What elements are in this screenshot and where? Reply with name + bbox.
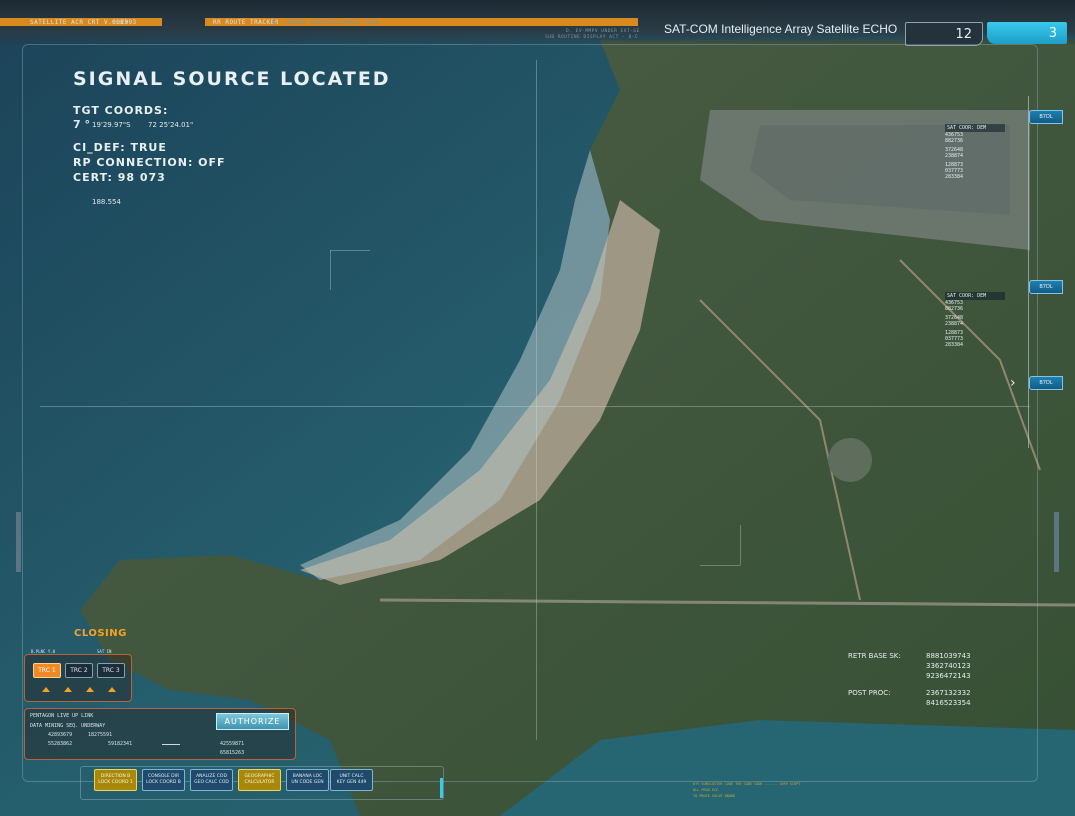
sat-tab-3[interactable]: B7DL	[1029, 376, 1063, 390]
readout-value: 188.554	[92, 198, 121, 206]
button-line-2: GEO CALC COD	[194, 780, 229, 785]
triangle-up-icon	[64, 687, 72, 692]
sat-tab-2[interactable]: B7DL	[1029, 280, 1063, 294]
banana-loc-button[interactable]: BANANA LOC UN CODE GEN	[286, 769, 329, 791]
footer-line-1: RTY SUBCLUSTER CODE THE CODE CODE ------…	[693, 782, 801, 786]
post-proc-label: POST PROC:	[848, 689, 891, 697]
sat-coord-line: 238874	[945, 153, 964, 159]
analize-cod-button[interactable]: ANALIZE COD GEO CALC COD	[190, 769, 233, 791]
sat-coord-line: 238874	[945, 321, 964, 327]
sat-tab-1[interactable]: B7DL	[1029, 110, 1063, 124]
button-line-2: KEY GEN 449	[336, 780, 367, 785]
counter-secondary[interactable]: 3	[987, 22, 1067, 44]
button-line-2: LOCK COORD B	[146, 780, 181, 785]
post-proc-value: 2367132332	[926, 689, 971, 697]
triangle-up-icon	[42, 687, 50, 692]
sat-coord-line: 283384	[945, 174, 964, 180]
tgt-degree: 7 °	[73, 118, 90, 131]
right-scroll-handle[interactable]	[1054, 512, 1059, 572]
button-line-2: UN CODE GEN	[291, 780, 324, 785]
uplink-value: 18275591	[88, 732, 113, 738]
uplink-value: 42559871	[220, 741, 245, 747]
trc-3-button[interactable]: TRC 3	[97, 663, 125, 678]
chevron-right-icon[interactable]: ›	[1010, 375, 1016, 391]
right-ruler	[1036, 60, 1050, 760]
sat-coord-line: 882736	[945, 138, 964, 144]
uplink-value: 59182341	[108, 741, 133, 747]
uplink-title: PENTAGON LIVE UP LINK	[30, 713, 94, 719]
counter-secondary-value: 3	[1048, 26, 1057, 41]
tgt-latitude: 19'29.97"S	[92, 121, 131, 129]
target-bracket-left	[330, 250, 331, 290]
closing-label: CLOSING	[74, 628, 127, 639]
right-rail	[1022, 96, 1029, 448]
post-proc-value: 8416523354	[926, 699, 971, 707]
viewport-frame	[22, 44, 1038, 782]
triangle-up-icon	[86, 687, 94, 692]
sat-coord-panel-1: SAT COOR: DEM 436753 882736 372648 23887…	[945, 124, 1005, 180]
console-dir-button[interactable]: CONSOLE DIR LOCK COORD B	[142, 769, 185, 791]
footer-line-2: ALL PROG ECE	[693, 788, 719, 792]
cert-number: CERT: 98 073	[73, 171, 166, 184]
counter-primary-value: 12	[955, 27, 972, 42]
sat-coord-line: 882736	[945, 306, 964, 312]
satellite-title: SAT-COM Intelligence Array Satellite ECH…	[664, 22, 898, 36]
command-bar-indicator	[440, 778, 443, 798]
geographic-calculator-button[interactable]: GEOGRAPHIC CALCULATOR	[238, 769, 281, 791]
retr-base-label: RETR BASE SK:	[848, 652, 901, 660]
tgt-coords-label: TGT COORDS:	[73, 104, 169, 117]
uplink-value: 55283862	[48, 741, 73, 747]
target-bracket-bottom	[700, 565, 740, 566]
sub-status-line-1: D. EV-MMPV UNDER EXT-GE	[566, 29, 640, 34]
uplink-divider	[162, 744, 180, 745]
target-bracket-top	[330, 250, 370, 251]
crosshair-horizontal	[40, 406, 1030, 407]
retr-base-value: 3362740123	[926, 662, 971, 670]
rp-connection-status: RP CONNECTION: OFF	[73, 156, 226, 169]
uplink-subtitle: DATA MINING SEQ. UNDERWAY	[30, 723, 106, 729]
top-status-bar: SATELLITE ACR CRT V.0029 CLK393 RR ROUTE…	[0, 0, 1075, 46]
button-line-2: LOCK COORD 1	[98, 780, 133, 785]
sat-coord-line: 283384	[945, 342, 964, 348]
uplink-value: 42893679	[48, 732, 73, 738]
trc-1-button[interactable]: TRC 1	[33, 663, 61, 678]
crosshair-vertical	[536, 60, 537, 740]
counter-primary[interactable]: 12	[905, 22, 983, 46]
authorize-button[interactable]: AUTHORIZE	[216, 713, 289, 730]
surveillance-task-label: D. UNDER SURVEILLANCE TASK	[273, 19, 380, 26]
sat-coord-header: SAT COOR: DEM	[945, 292, 1005, 300]
headline: SIGNAL SOURCE LOCATED	[73, 68, 391, 90]
left-scroll-handle[interactable]	[16, 512, 21, 572]
unit-calc-button[interactable]: UNIT CALC KEY GEN 449	[330, 769, 373, 791]
sat-coord-panel-2: SAT COOR: DEM 436753 882736 372648 23887…	[945, 292, 1005, 348]
clock-code: CLK393	[112, 19, 137, 26]
tgt-longitude: 72 25'24.01"	[148, 121, 194, 129]
button-line-2: CALCULATOR	[244, 780, 275, 785]
ci-def-status: CI_DEF: TRUE	[73, 141, 167, 154]
sat-coord-header: SAT COOR: DEM	[945, 124, 1005, 132]
uplink-value: 65815263	[220, 750, 245, 756]
trc-right-caption: SAT IN	[97, 649, 112, 654]
triangle-up-icon	[108, 687, 116, 692]
trc-2-button[interactable]: TRC 2	[65, 663, 93, 678]
retr-base-value: 8881039743	[926, 652, 971, 660]
target-bracket-right	[740, 525, 741, 565]
sub-status-line-2: SUB ROUTINE DISPLAY ACT - 8-C	[545, 35, 639, 40]
trc-panel: B.PLNC Y.0 SAT IN TRC 1 TRC 2 TRC 3	[24, 649, 132, 702]
trc-left-caption: B.PLNC Y.0	[31, 649, 56, 654]
direction-lock-button[interactable]: DIRECTION B LOCK COORD 1	[94, 769, 137, 791]
retr-base-value: 9236472143	[926, 672, 971, 680]
footer-line-3: TO PROCE VALUE 8B0B8	[693, 794, 736, 798]
route-tracker-label: RR ROUTE TRACKER	[213, 19, 279, 26]
